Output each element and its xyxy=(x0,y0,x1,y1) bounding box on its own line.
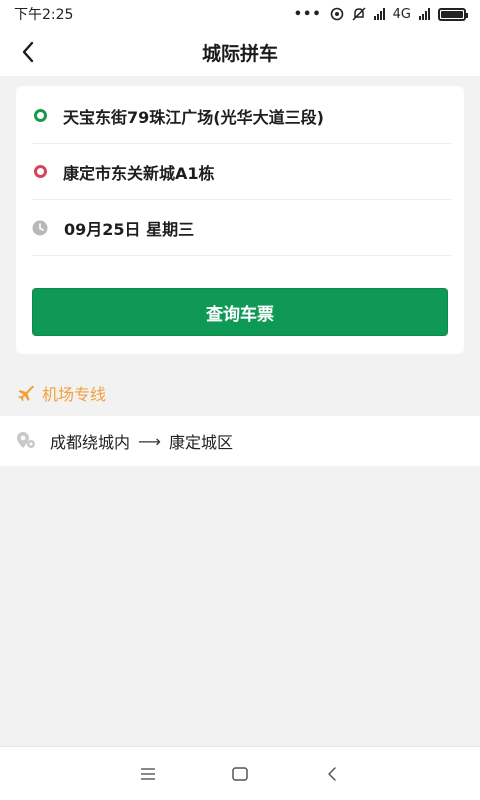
search-tickets-button[interactable]: 查询车票 xyxy=(32,288,448,336)
date-text: 09月25日 星期三 xyxy=(64,219,195,239)
route-from: 成都绕城内 xyxy=(50,433,131,452)
header: 城际拼车 xyxy=(0,28,480,76)
end-location-field[interactable]: 康定市东关新城A1栋 xyxy=(32,144,452,200)
end-location-text: 康定市东关新城A1栋 xyxy=(63,163,215,183)
menu-nav-button[interactable] xyxy=(136,762,160,786)
system-nav-bar xyxy=(0,746,480,800)
airport-line-section: 机场专线 xyxy=(16,380,106,406)
home-nav-button[interactable] xyxy=(228,762,252,786)
mute-icon xyxy=(352,7,366,21)
signal-2-icon xyxy=(419,8,430,20)
location-pin-icon xyxy=(17,432,35,448)
start-location-field[interactable]: 天宝东街79珠江广场(光华大道三段) xyxy=(32,88,452,144)
battery-icon xyxy=(438,7,468,21)
back-arrow-icon xyxy=(22,41,34,63)
page-title: 城际拼车 xyxy=(201,42,278,65)
date-field[interactable]: 09月25日 星期三 xyxy=(32,200,452,256)
screen: 下午2:25 ••• 4G 城际拼车 天宝东街79珠江广场(光华大道三段) 康定… xyxy=(0,0,480,800)
red-ring-icon xyxy=(34,165,47,178)
more-dots-icon: ••• xyxy=(293,6,322,22)
start-location-text: 天宝东街79珠江广场(光华大道三段) xyxy=(63,107,324,127)
airplane-icon xyxy=(18,385,34,402)
network-type: 4G xyxy=(392,6,411,22)
clock-icon xyxy=(32,220,48,235)
search-card: 天宝东街79珠江广场(光华大道三段) 康定市东关新城A1栋 09月25日 星期三… xyxy=(16,86,464,354)
status-time: 下午2:25 xyxy=(14,7,74,23)
back-nav-button[interactable] xyxy=(320,762,344,786)
menu-icon xyxy=(141,767,155,780)
back-nav-icon xyxy=(328,766,336,781)
route-item[interactable]: 成都绕城内 ⟶ 康定城区 xyxy=(0,416,480,466)
signal-1-icon xyxy=(373,8,385,20)
home-icon xyxy=(232,766,248,781)
status-bar: 下午2:25 ••• 4G xyxy=(0,0,480,28)
route-to: 康定城区 xyxy=(168,433,233,452)
hotspot-icon xyxy=(330,7,343,21)
route-arrow-icon: ⟶ xyxy=(138,431,161,451)
green-ring-icon xyxy=(34,109,47,122)
back-button[interactable] xyxy=(12,36,44,68)
status-icons: ••• 4G xyxy=(293,6,468,22)
section-title: 机场专线 xyxy=(42,385,107,404)
